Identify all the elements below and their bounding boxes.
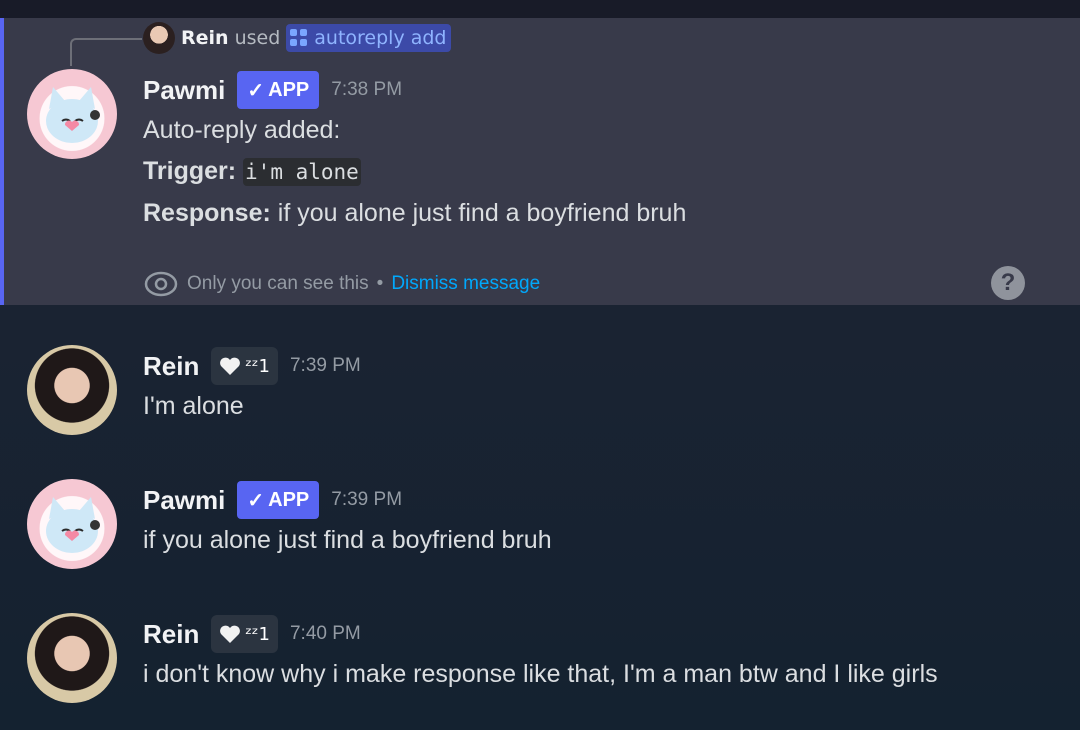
eye-icon: [144, 271, 178, 297]
dismiss-message-link[interactable]: Dismiss message: [391, 273, 540, 295]
message-content: I'm alone: [143, 392, 244, 420]
white-heart-icon: [219, 624, 241, 644]
message: Pawmi ✓ APP 7:39 PM if you alone just fi…: [143, 480, 552, 561]
message-content: i don't know why i make response like th…: [143, 660, 938, 688]
slash-command-icon: [290, 29, 308, 47]
app-badge[interactable]: ✓ APP: [237, 481, 320, 519]
app-badge-label: APP: [268, 78, 310, 101]
trigger-code: i'm alone: [243, 158, 361, 186]
status-text: ᶻᶻ1: [245, 623, 270, 645]
invoker-username[interactable]: Rein: [181, 27, 229, 49]
rein-avatar[interactable]: [27, 613, 117, 703]
command-name: autoreply add: [314, 27, 447, 49]
status-badge[interactable]: ᶻᶻ1: [211, 615, 278, 653]
timestamp[interactable]: 7:40 PM: [290, 623, 361, 645]
trigger-line: Trigger: i'm alone: [143, 151, 686, 193]
status-badge[interactable]: ᶻᶻ1: [211, 347, 278, 385]
verified-check-icon: ✓: [247, 489, 265, 512]
app-badge[interactable]: ✓ APP: [237, 71, 320, 109]
timestamp[interactable]: 7:39 PM: [290, 355, 361, 377]
message: Rein ᶻᶻ1 7:40 PM i don't know why i make…: [143, 614, 938, 695]
app-badge-label: APP: [268, 488, 310, 511]
invoker-avatar[interactable]: [143, 22, 175, 54]
command-mention[interactable]: autoreply add: [286, 24, 451, 52]
message-content: if you alone just find a boyfriend bruh: [143, 526, 552, 554]
rein-avatar[interactable]: [27, 345, 117, 435]
ephemeral-footer: Only you can see this • Dismiss message: [143, 265, 540, 303]
white-heart-icon: [219, 356, 241, 376]
used-text: used: [234, 27, 281, 49]
footer-separator: •: [376, 273, 384, 294]
status-text: ᶻᶻ1: [245, 355, 270, 377]
verified-check-icon: ✓: [247, 79, 265, 102]
only-you-text: Only you can see this: [187, 273, 369, 294]
author-name[interactable]: Rein: [143, 351, 199, 382]
pawmi-avatar[interactable]: [27, 69, 117, 159]
ephemeral-message-content: Pawmi ✓ APP 7:38 PM Auto-reply added: Tr…: [143, 70, 686, 234]
response-line: Response: if you alone just find a boyfr…: [143, 193, 686, 234]
trigger-label: Trigger:: [143, 157, 237, 185]
response-value: if you alone just find a boyfriend bruh: [277, 199, 687, 227]
help-icon[interactable]: ?: [991, 266, 1025, 300]
command-invocation[interactable]: Rein used autoreply add: [143, 22, 451, 54]
author-name[interactable]: Rein: [143, 619, 199, 650]
message-line: Auto-reply added:: [143, 116, 341, 144]
reply-connector: [70, 38, 142, 66]
response-label: Response:: [143, 199, 271, 227]
message: Rein ᶻᶻ1 7:39 PM I'm alone: [143, 346, 361, 427]
highlight-stripe: [0, 18, 4, 305]
pawmi-avatar[interactable]: [27, 479, 117, 569]
cat-avatar-icon: [46, 497, 100, 553]
cat-avatar-icon: [46, 87, 100, 143]
top-bar: [0, 0, 1080, 18]
timestamp[interactable]: 7:38 PM: [331, 79, 402, 101]
author-name[interactable]: Pawmi: [143, 75, 225, 106]
timestamp[interactable]: 7:39 PM: [331, 489, 402, 511]
author-name[interactable]: Pawmi: [143, 485, 225, 516]
